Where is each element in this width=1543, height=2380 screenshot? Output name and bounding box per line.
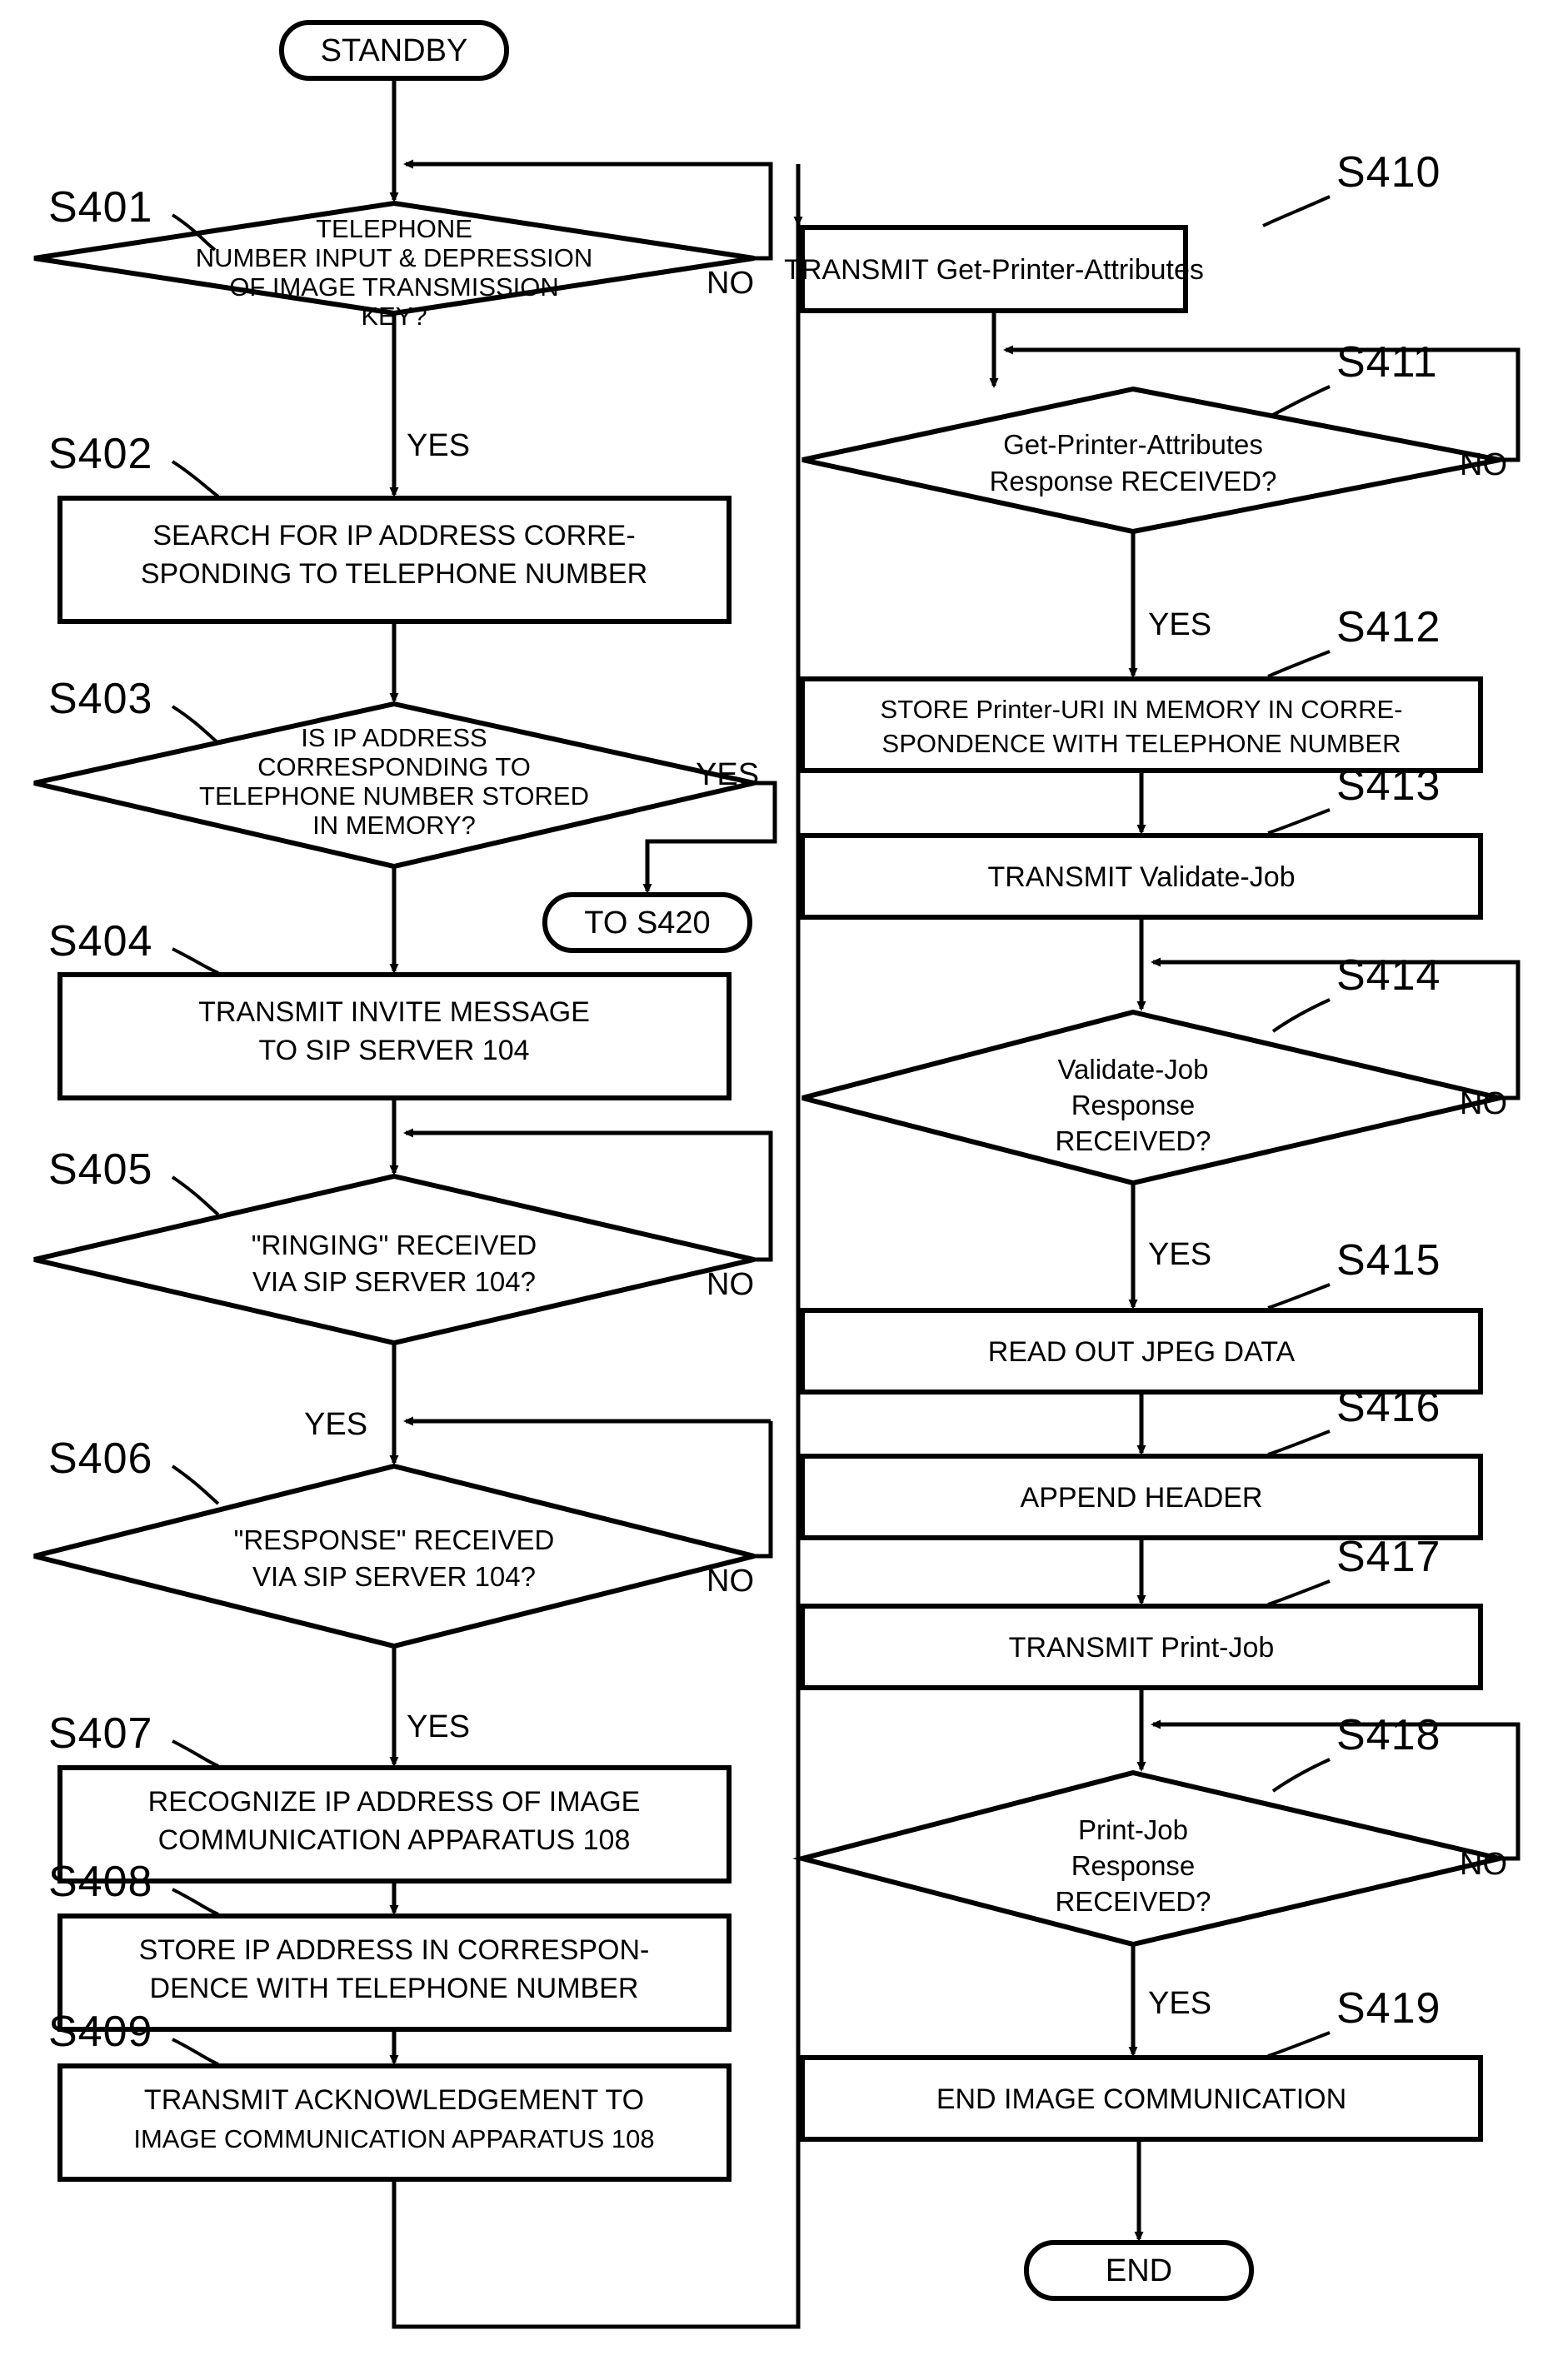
decision-s401-line-0: TELEPHONE (316, 214, 472, 243)
leader-s418 (1271, 1758, 1331, 1793)
decision-s401-line-1: NUMBER INPUT & DEPRESSION (196, 243, 593, 272)
process-s408-line-0: STORE IP ADDRESS IN CORRESPON- (139, 1934, 650, 1966)
process-s402-line-0: SEARCH FOR IP ADDRESS CORRE- (152, 520, 635, 551)
leader-s417 (1267, 1579, 1331, 1606)
step-id-s419: S419 (1336, 1984, 1441, 2033)
process-s417-line-0: TRANSMIT Print-Job (1009, 1632, 1275, 1664)
branch-label-s405-no: NO (707, 1267, 754, 1302)
process-s402-line-1: SPONDING TO TELEPHONE NUMBER (141, 558, 647, 590)
step-id-s414: S414 (1336, 951, 1441, 1000)
leader-s414 (1271, 998, 1331, 1033)
flowchart-canvas: STANDBY TELEPHONE NUMBER INPUT & DEPRESS… (0, 0, 1543, 2380)
leader-s407 (172, 1739, 219, 1768)
decision-s403-line-2: TELEPHONE NUMBER STORED (199, 781, 589, 811)
decision-s418-line-2: RECEIVED? (1055, 1886, 1211, 1917)
branch-label-s403-yes: YES (696, 757, 759, 792)
branch-label-s411-yes: YES (1148, 607, 1211, 642)
process-s404-line-1: TO SIP SERVER 104 (258, 1035, 529, 1066)
terminal-end-label: END (1106, 2253, 1172, 2288)
process-s419-line-0: END IMAGE COMMUNICATION (936, 2083, 1346, 2115)
process-s409 (57, 2063, 732, 2182)
step-id-s402: S402 (48, 430, 152, 478)
branch-label-s401-no: NO (707, 266, 754, 301)
step-id-s418: S418 (1336, 1711, 1441, 1759)
leader-s410 (1262, 195, 1331, 227)
leader-s415 (1267, 1283, 1331, 1310)
branch-label-s401-yes: YES (407, 428, 470, 463)
step-id-s404: S404 (48, 917, 152, 965)
decision-s403-line-0: IS IP ADDRESS (301, 723, 487, 752)
step-id-s415: S415 (1336, 1236, 1441, 1285)
step-id-s412: S412 (1336, 603, 1441, 651)
process-s409-line-0: TRANSMIT ACKNOWLEDGEMENT TO (144, 2084, 644, 2116)
decision-s405-line-0: "RINGING" RECEIVED (252, 1230, 537, 1260)
process-s410-line-0: TRANSMIT Get-Printer-Attributes (784, 254, 1204, 286)
step-id-s405: S405 (48, 1145, 152, 1194)
step-id-s403: S403 (48, 675, 152, 723)
decision-s403-line-1: CORRESPONDING TO (257, 752, 531, 781)
decision-s418-line-0: Print-Job (1078, 1814, 1188, 1845)
decision-s403-line-3: IN MEMORY? (312, 811, 476, 840)
flowchart-svg: STANDBY TELEPHONE NUMBER INPUT & DEPRESS… (33, 20, 1521, 2329)
decision-s405-line-1: VIA SIP SERVER 104? (252, 1266, 536, 1297)
decision-s418-line-1: Response (1071, 1850, 1196, 1881)
step-id-s411: S411 (1336, 338, 1438, 387)
leader-s405 (171, 1175, 220, 1216)
leader-s406 (171, 1464, 220, 1505)
leader-s412 (1267, 650, 1331, 678)
process-s416-line-0: APPEND HEADER (1021, 1482, 1263, 1514)
step-id-s408: S408 (48, 1858, 152, 1906)
decision-s401-line-2: OF IMAGE TRANSMISSION (229, 272, 559, 302)
decision-s406-line-1: VIA SIP SERVER 104? (252, 1561, 536, 1592)
process-s407-line-0: RECOGNIZE IP ADDRESS OF IMAGE (148, 1786, 641, 1818)
process-s412-line-0: STORE Printer-URI IN MEMORY IN CORRE- (881, 695, 1403, 724)
decision-s414-line-2: RECEIVED? (1055, 1125, 1211, 1156)
process-s413-line-0: TRANSMIT Validate-Job (987, 861, 1295, 893)
leader-s408 (172, 1888, 219, 1916)
conn-s406-no-loop (754, 1421, 773, 1559)
step-id-s407: S407 (48, 1709, 152, 1758)
decision-s406 (33, 1463, 755, 1649)
process-s408-line-1: DENCE WITH TELEPHONE NUMBER (150, 1973, 639, 2004)
branch-label-s411-no: NO (1460, 447, 1507, 482)
decision-s411 (801, 386, 1501, 535)
decision-s414-line-1: Response (1071, 1090, 1196, 1120)
leader-s409 (172, 2038, 219, 2066)
branch-label-s418-yes: YES (1148, 1986, 1211, 2021)
step-id-s410: S410 (1336, 148, 1441, 197)
decision-s406-line-0: "RESPONSE" RECEIVED (234, 1524, 555, 1555)
leader-s404 (172, 947, 219, 975)
process-s412-line-1: SPONDENCE WITH TELEPHONE NUMBER (882, 729, 1401, 758)
leader-s413 (1267, 808, 1331, 835)
leader-s416 (1267, 1429, 1331, 1456)
leader-s419 (1267, 2031, 1331, 2058)
branch-label-s405-yes: YES (304, 1407, 367, 1442)
branch-label-s418-no: NO (1460, 1847, 1507, 1882)
branch-label-s414-yes: YES (1148, 1237, 1211, 1272)
terminal-standby-label: STANDBY (321, 33, 468, 68)
branch-label-s406-yes: YES (407, 1709, 470, 1744)
branch-label-s406-no: NO (707, 1564, 754, 1599)
decision-s414-line-0: Validate-Job (1057, 1054, 1208, 1085)
step-id-s413: S413 (1336, 761, 1441, 810)
process-s409-line-1: IMAGE COMMUNICATION APPARATUS 108 (133, 2124, 654, 2153)
step-id-s406: S406 (48, 1434, 152, 1483)
leader-s411 (1272, 385, 1331, 417)
decision-s411-line-0: Get-Printer-Attributes (1003, 429, 1263, 460)
process-s415-line-0: READ OUT JPEG DATA (988, 1336, 1296, 1368)
step-id-s416: S416 (1336, 1383, 1441, 1431)
leader-s403 (171, 705, 220, 745)
decision-s411-line-1: Response RECEIVED? (990, 466, 1277, 496)
process-s404-line-0: TRANSMIT INVITE MESSAGE (198, 996, 590, 1028)
branch-label-s414-no: NO (1460, 1086, 1507, 1121)
offpage-to-s420-label: TO S420 (584, 906, 710, 941)
leader-s402 (171, 460, 220, 498)
process-s407-line-1: COMMUNICATION APPARATUS 108 (158, 1824, 631, 1856)
step-id-s417: S417 (1336, 1533, 1441, 1581)
step-id-s409: S409 (48, 2008, 152, 2056)
step-id-s401: S401 (48, 183, 152, 232)
